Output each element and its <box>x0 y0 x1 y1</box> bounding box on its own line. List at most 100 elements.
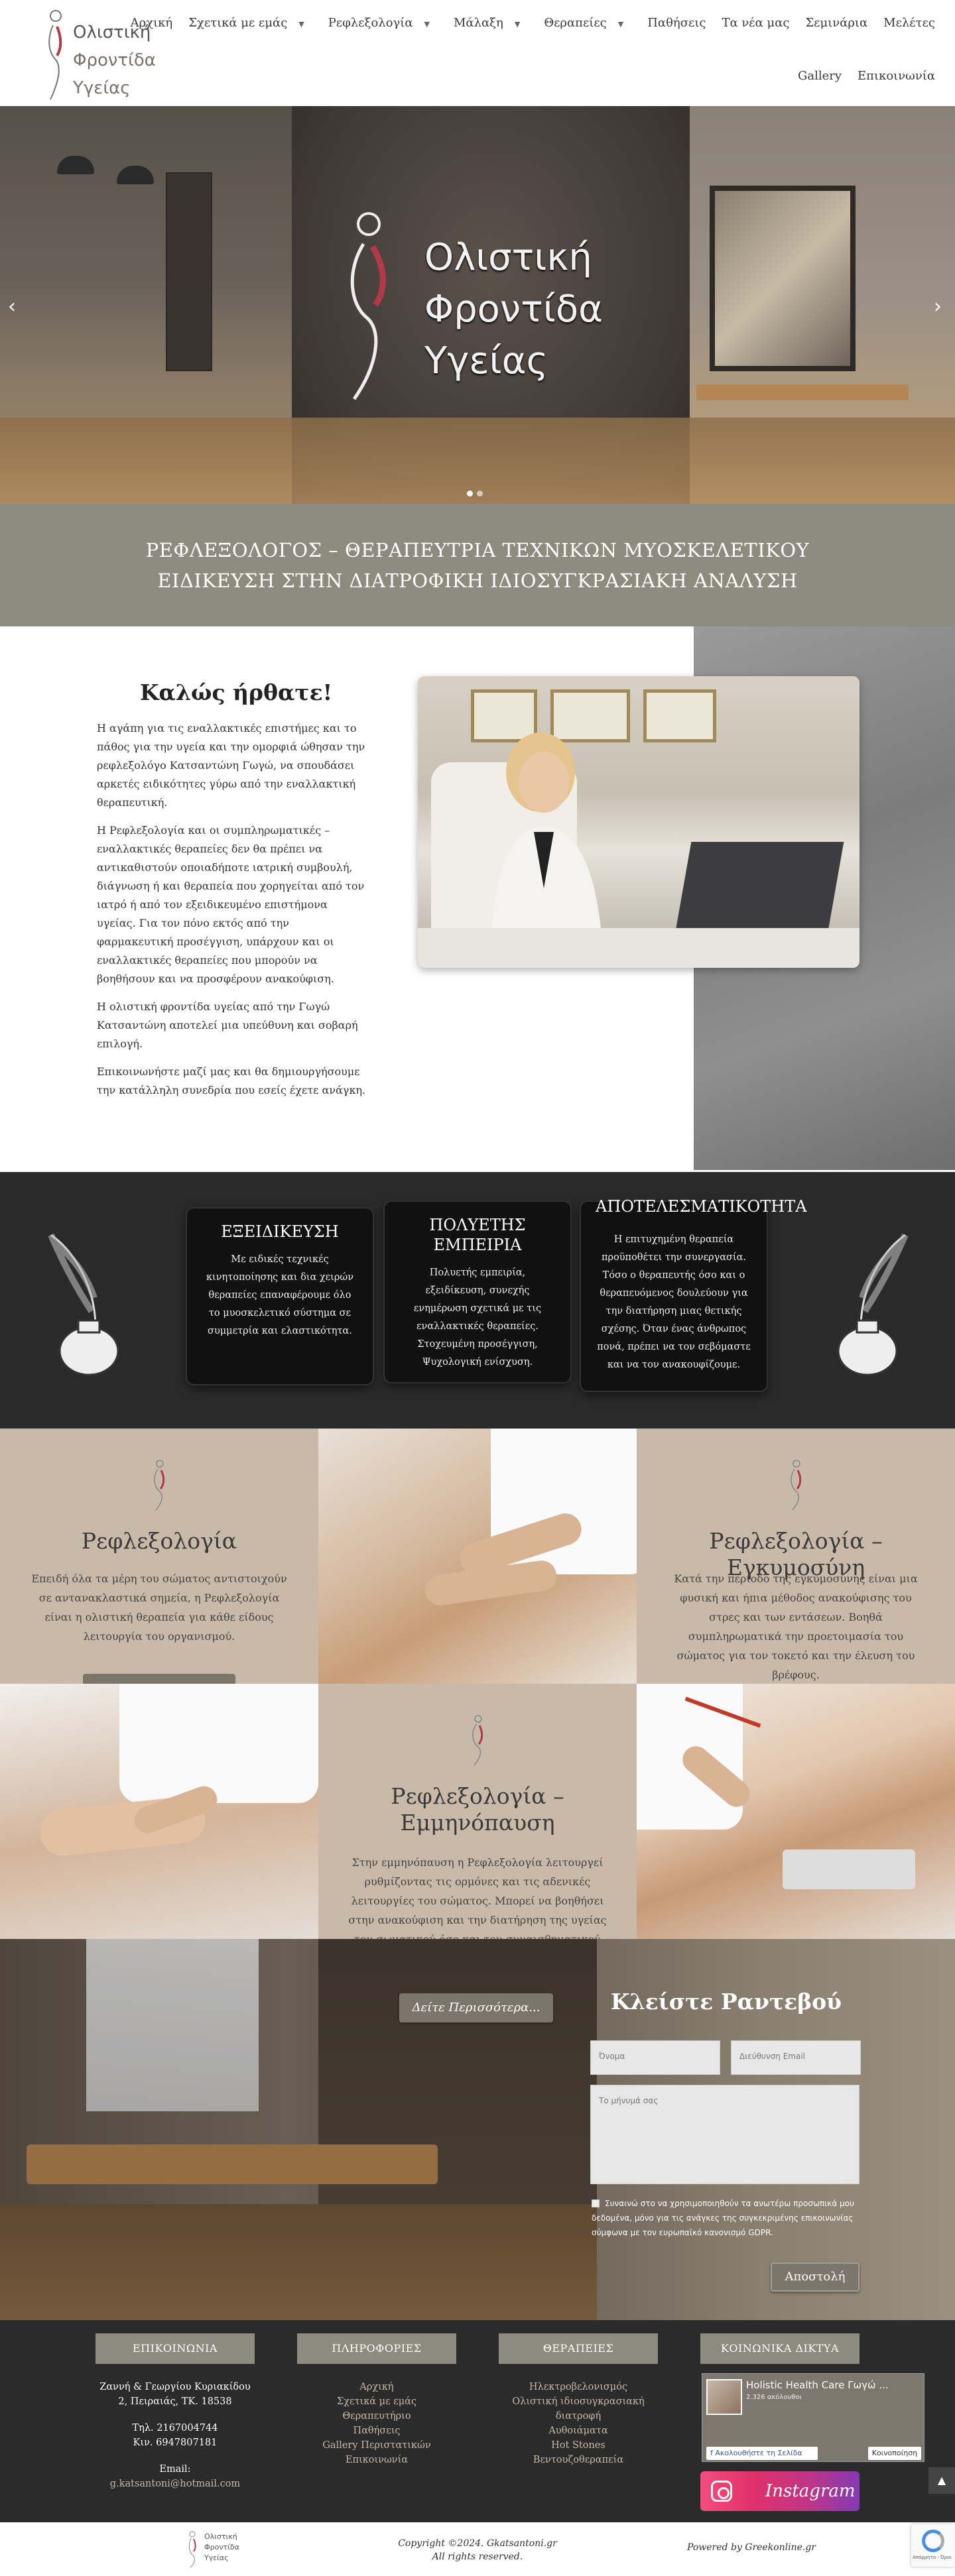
footer-heading: ΠΛΗΡΟΦΟΡΙΕΣ <box>297 2333 456 2364</box>
footer-link[interactable]: Σχετικά με εμάς <box>297 2394 456 2409</box>
welcome-title: Καλώς ήρθατε! <box>139 679 333 705</box>
welcome-paragraph: Η ολιστική φροντίδα υγείας από την Γωγώ … <box>97 1000 358 1050</box>
consent-text: Συναινώ στο να χρησιμοποιηθούν τα ανωτέρ… <box>592 2199 854 2237</box>
nav-item-studies[interactable]: Μελέτες <box>875 16 943 30</box>
footer-heading: ΚΟΙΝΩΝΙΚΑ ΔΙΚΤΥΑ <box>700 2333 860 2364</box>
lamp-icon <box>57 156 94 174</box>
footer-phone[interactable]: Τηλ. 2167004744 <box>96 2421 255 2435</box>
footer-link[interactable]: Βεντουζοθεραπεία <box>499 2453 658 2467</box>
nav-item-about[interactable]: Σχετικά με εμάς ▼ <box>180 16 320 30</box>
chevron-down-icon: ▼ <box>424 20 430 29</box>
nav-item-gallery[interactable]: Gallery <box>790 69 850 83</box>
footer-link[interactable]: Αρχική <box>297 2380 456 2394</box>
desk-image <box>418 928 860 968</box>
footer-link[interactable]: Παθήσεις <box>297 2424 456 2438</box>
gdpr-consent: Συναινώ στο να χρησιμοποιηθούν τα ανωτέρ… <box>592 2196 870 2240</box>
logo-mark-icon <box>154 1460 165 1511</box>
service-text: Στην εμμηνόπαυση η Ρεφλεξολογία λειτουργ… <box>348 1856 607 1939</box>
facebook-page-thumbnail <box>706 2379 742 2415</box>
recaptcha-icon <box>922 2530 944 2552</box>
footer-social: ΚΟΙΝΩΝΙΚΑ ΔΙΚΤΥΑ <box>700 2333 860 2364</box>
feature-text: Με ειδικές τεχνικές κινητοποίησης και δι… <box>206 1254 354 1336</box>
feature-title: ΑΠΟΤΕΛΕΣΜΑΤΙΚΟΤΗΤΑ <box>596 1197 807 1216</box>
facebook-followers: 2.326 ακόλουθοι <box>746 2394 802 2401</box>
nav-item-massage[interactable]: Μάλαξη ▼ <box>446 16 536 30</box>
facebook-page-widget[interactable]: Holistic Health Care Γωγώ ... 2.326 ακόλ… <box>702 2373 924 2462</box>
feature-card-effectiveness: ΑΠΟΤΕΛΕΣΜΑΤΙΚΟΤΗΤΑ Η επιτυχημένη θεραπεί… <box>581 1197 807 1391</box>
therapist-shirt-image <box>119 1684 318 1803</box>
hero-slider: Ολιστική Φροντίδα Υγείας ‹ › <box>0 106 955 504</box>
chevron-down-icon: ▼ <box>298 20 304 29</box>
nav-item-reflexology[interactable]: Ρεφλεξολογία ▼ <box>320 16 446 30</box>
recaptcha-badge[interactable]: Απόρρητο - Όροι <box>911 2524 955 2567</box>
laptop-image <box>674 842 844 935</box>
copyright: Copyright ©2024. Gkatsantoni.gr All righ… <box>398 2538 557 2562</box>
profession-banner: ΡΕΦΛΕΞΟΛΟΓΟΣ – ΘΕΡΑΠΕΥΤΡΙΑ ΤΕΧΝΙΚΩΝ ΜΥΟΣ… <box>0 504 955 626</box>
facebook-follow-button[interactable]: f Ακολουθήστε τη Σελίδα <box>706 2447 818 2460</box>
powered-by-link[interactable]: Powered by Greekonline.gr <box>687 2542 816 2553</box>
hero-title: Ολιστική Φροντίδα Υγείας <box>424 236 604 382</box>
nav-item-news[interactable]: Τα νέα μας <box>714 16 797 30</box>
chevron-up-icon: ▲ <box>937 2474 946 2487</box>
secondary-nav: Gallery Επικοινωνία <box>790 69 943 83</box>
scroll-top-button[interactable]: ▲ <box>928 2467 955 2494</box>
banner-line-2: ΕΙΔΙΚΕΥΣΗ ΣΤΗΝ ΔΙΑΤΡΟΦΙΚΗ ΙΔΙΟΣΥΓΚΡΑΣΙΑΚ… <box>157 569 798 592</box>
footer-heading: ΕΠΙΚΟΙΝΩΝΙΑ <box>96 2333 255 2364</box>
feature-card-experience: ΠΟΛΥΕΤΗΣ ΕΜΠΕΙΡΙΑ Πολυετής εμπειρία, εξε… <box>385 1202 570 1382</box>
nav-item-seminars[interactable]: Σεμινάρια <box>797 16 875 30</box>
instagram-label: Instagram <box>765 2481 856 2501</box>
painting-image <box>710 186 856 371</box>
facebook-share-button[interactable]: Κοινοποίηση <box>868 2447 921 2460</box>
appointment-section: Δείτε Περισσότερα... Κλείστε Ραντεβού Όν… <box>0 1939 955 2320</box>
instagram-button[interactable]: Instagram <box>700 2471 860 2511</box>
footer-link[interactable]: Hot Stones <box>499 2438 658 2453</box>
footer-address-line: Ζαννή & Γεωργίου Κυριακίδου <box>99 2382 251 2392</box>
certificate-image <box>643 689 716 742</box>
footer-contact: ΕΠΙΚΟΙΝΩΝΙΑ Ζαννή & Γεωργίου Κυριακίδου … <box>96 2333 255 2491</box>
service-tile-menopause[interactable]: Ρεφλεξολογία – Εμμηνόπαυση Στην εμμηνόπα… <box>318 1684 637 1939</box>
service-tile-reflexology[interactable]: Ρεφλεξολογία Επειδή όλα τα μέρη του σώμα… <box>0 1429 318 1684</box>
instagram-icon <box>711 2481 732 2502</box>
leg-massage-photo <box>0 1684 318 1939</box>
bench-image <box>696 384 909 400</box>
footer-link[interactable]: Ηλεκτροβελονισμός <box>499 2380 658 2394</box>
name-input[interactable]: Όνομα <box>590 2040 720 2075</box>
chevron-right-icon[interactable]: › <box>934 295 942 318</box>
more-button[interactable]: Δείτε Περισσότερα... <box>399 1993 553 2022</box>
footer-therapies: ΘΕΡΑΠΕΙΕΣ Ηλεκτροβελονισμός Ολιστική ιδι… <box>499 2333 658 2467</box>
footer-link[interactable]: Επικοινωνία <box>297 2453 456 2467</box>
footer-link[interactable]: Ολιστική ιδιοσυγκρασιακή διατροφή <box>499 2394 658 2424</box>
footer-link[interactable]: Gallery Περιστατικών <box>297 2438 456 2453</box>
logo-text: Ολιστική Φροντίδα Υγείας <box>73 19 156 102</box>
service-text: Κατά την περίοδο της εγκυμοσύνης είναι μ… <box>674 1572 918 1681</box>
slider-dot-2[interactable] <box>477 491 483 497</box>
slider-dot-1[interactable] <box>467 491 473 497</box>
email-input[interactable]: Διεύθυνση Email <box>731 2040 861 2075</box>
facebook-page-name[interactable]: Holistic Health Care Γωγώ ... <box>746 2379 889 2391</box>
consent-checkbox[interactable] <box>592 2199 600 2207</box>
footer-link[interactable]: Αυθοιάματα <box>499 2424 658 2438</box>
more-button[interactable] <box>83 1674 235 1684</box>
back-massage-photo <box>318 1429 637 1684</box>
footer-bottom-bar: Ολιστική Φροντίδα Υγείας Copyright ©2024… <box>0 2522 955 2576</box>
recaptcha-label: Απόρρητο - Όροι <box>913 2555 952 2560</box>
message-textarea[interactable]: Το μήνυμά σας <box>590 2085 860 2184</box>
electro-therapy-photo <box>637 1684 955 1939</box>
site-header: Ολιστική Φροντίδα Υγείας Αρχική Σχετικά … <box>0 0 955 106</box>
footer-mobile[interactable]: Κιν. 6947807181 <box>96 2435 255 2450</box>
chevron-left-icon[interactable]: ‹ <box>8 295 16 318</box>
nav-item-contact[interactable]: Επικοινωνία <box>850 69 943 83</box>
logo-mark-icon <box>791 1460 802 1511</box>
features-section: ΕΞΕΙΔΙΚΕΥΣΗ Με ειδικές τεχνικές κινητοπο… <box>0 1170 955 1429</box>
footer-link[interactable]: Θεραπευτήριο <box>297 2409 456 2424</box>
slider-dots <box>467 491 483 497</box>
feature-card-specialization: ΕΞΕΙΔΙΚΕΥΣΗ Με ειδικές τεχνικές κινητοπο… <box>187 1208 373 1384</box>
nav-item-home[interactable]: Αρχική <box>123 16 181 30</box>
submit-button[interactable]: Αποστολή <box>771 2262 860 2292</box>
footer-email-link[interactable]: g.katsantoni@hotmail.com <box>96 2477 255 2491</box>
nav-item-therapies[interactable]: Θεραπείες ▼ <box>536 16 639 30</box>
nav-item-conditions[interactable]: Παθήσεις <box>639 16 714 30</box>
footer-address-line: 2, Πειραιάς, ΤΚ. 18538 <box>118 2396 232 2407</box>
footer-logo-text: Ολιστική Φροντίδα Υγείας <box>204 2532 239 2562</box>
service-tile-pregnancy[interactable]: Ρεφλεξολογία – Εγκυμοσύνη Κατά την περίο… <box>637 1429 955 1684</box>
